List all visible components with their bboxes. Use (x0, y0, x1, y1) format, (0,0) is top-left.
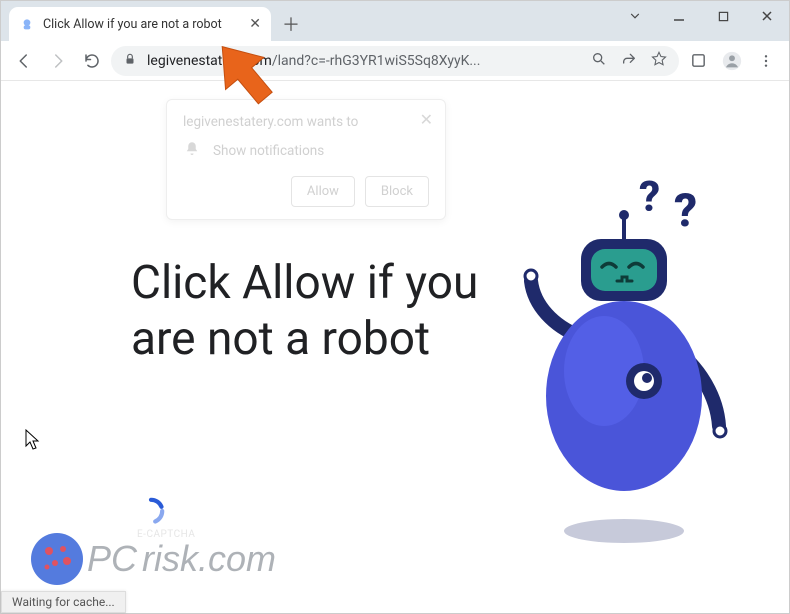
url-text: legivenestatery.com/land?c=-rhG3YR1wiS5S… (147, 53, 581, 69)
tab-favicon-icon (19, 16, 35, 32)
browser-tab[interactable]: Click Allow if you are not a robot ✕ (9, 7, 271, 41)
extensions-icon[interactable] (683, 46, 713, 76)
new-tab-button[interactable]: ＋ (277, 10, 305, 38)
tab-close-icon[interactable]: ✕ (249, 16, 261, 32)
status-bar: Waiting for cache... (1, 591, 126, 613)
share-icon[interactable] (621, 51, 637, 71)
window-controls (613, 1, 789, 31)
notification-close-icon[interactable]: ✕ (420, 110, 433, 129)
profile-icon[interactable] (717, 46, 747, 76)
headline-text: Click Allow if you are not a robot (131, 255, 491, 367)
notification-title: legivenestatery.com wants to (183, 114, 429, 130)
browser-toolbar: legivenestatery.com/land?c=-rhG3YR1wiS5S… (1, 41, 789, 81)
window-close-icon[interactable] (745, 1, 789, 31)
titlebar: Click Allow if you are not a robot ✕ ＋ (1, 1, 789, 41)
bookmark-icon[interactable] (651, 51, 667, 71)
search-icon[interactable] (591, 51, 607, 71)
watermark-logo: PC risk.com (27, 521, 337, 595)
block-button[interactable]: Block (365, 176, 429, 207)
url-host: legivenestatery.com (147, 53, 272, 69)
cursor-icon (25, 429, 41, 455)
window-minimize-icon[interactable] (657, 1, 701, 31)
notification-item: Show notifications (213, 143, 324, 159)
url-path: /land?c=-rhG3YR1wiS5Sq8XyyK... (272, 53, 481, 69)
robot-illustration: ? ? (469, 171, 769, 551)
svg-text:?: ? (674, 184, 697, 238)
svg-text:risk.com: risk.com (142, 538, 276, 579)
svg-text:?: ? (639, 173, 660, 222)
allow-button[interactable]: Allow (291, 176, 355, 207)
menu-icon[interactable] (751, 46, 781, 76)
bell-icon (183, 140, 201, 162)
notification-prompt: ✕ legivenestatery.com wants to Show noti… (166, 99, 446, 220)
reload-button[interactable] (77, 46, 107, 76)
address-bar[interactable]: legivenestatery.com/land?c=-rhG3YR1wiS5S… (111, 46, 679, 76)
forward-button[interactable] (43, 46, 73, 76)
window-maximize-icon[interactable] (701, 1, 745, 31)
back-button[interactable] (9, 46, 39, 76)
window-dropdown-icon[interactable] (613, 1, 657, 31)
tab-title: Click Allow if you are not a robot (43, 17, 241, 32)
lock-icon (123, 52, 137, 70)
svg-text:PC: PC (87, 538, 138, 579)
page-content: ✕ legivenestatery.com wants to Show noti… (1, 81, 789, 613)
